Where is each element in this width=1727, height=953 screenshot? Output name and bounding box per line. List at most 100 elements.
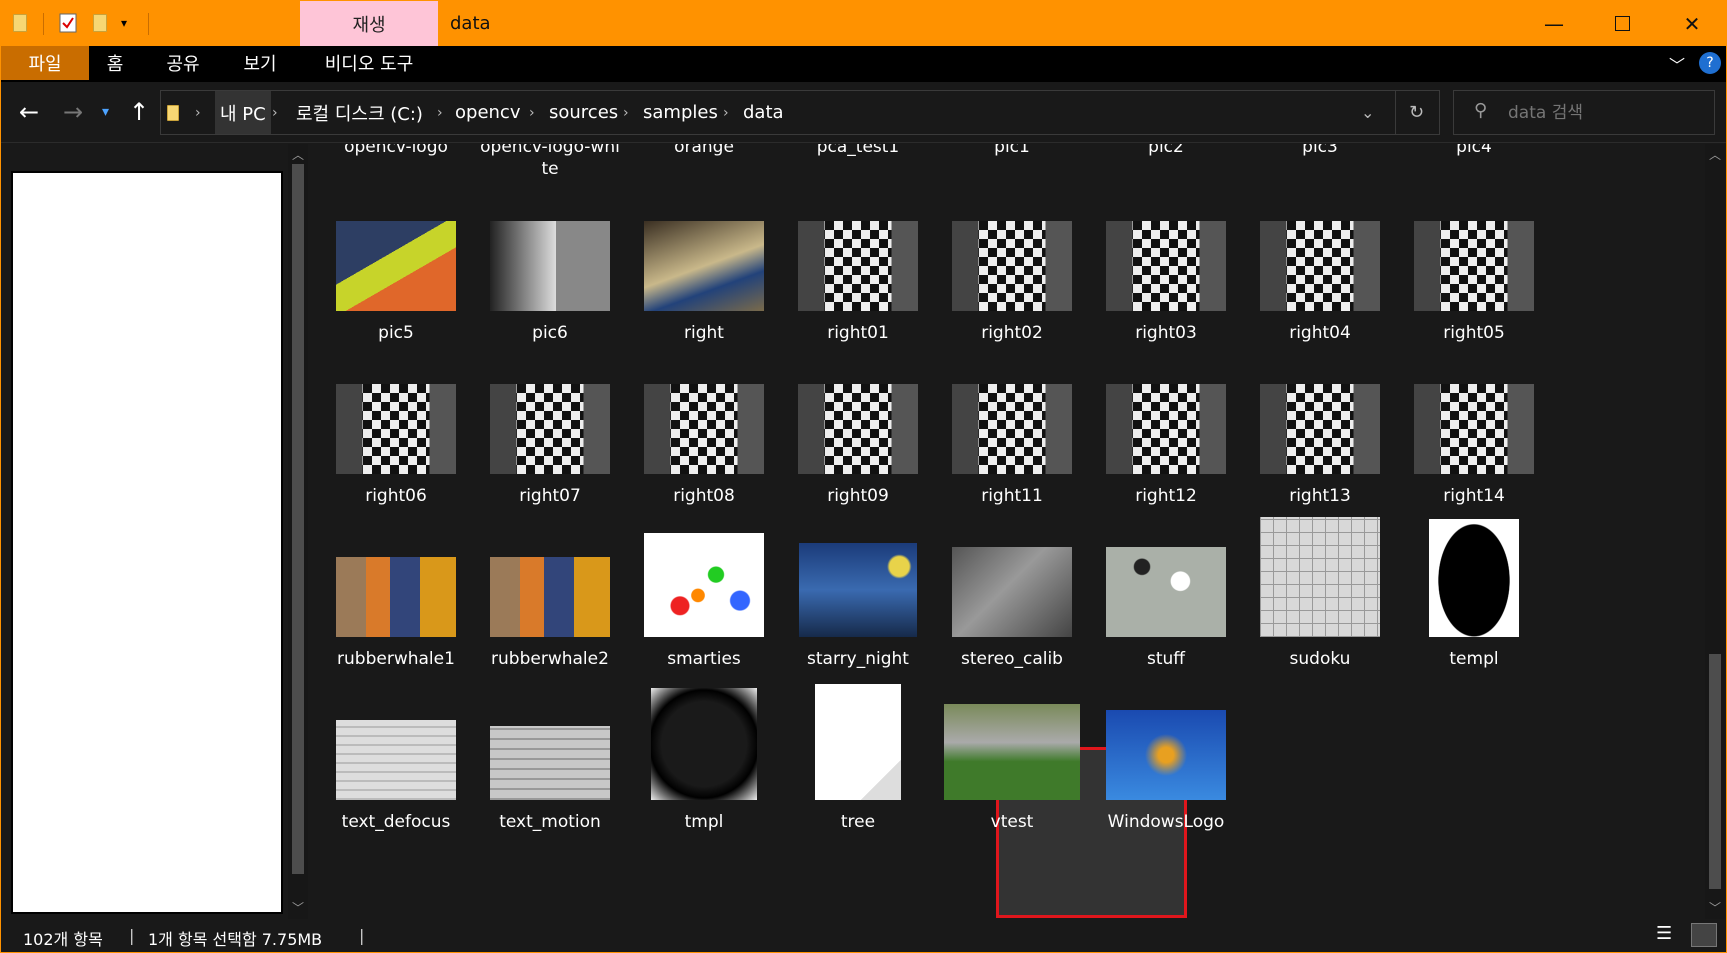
refresh-icon[interactable]: ↻ xyxy=(1409,91,1424,134)
file-thumbnail xyxy=(490,726,610,800)
file-name-label: right xyxy=(684,323,724,343)
crumb-samples[interactable]: samples xyxy=(643,91,718,134)
file-name-label: right03 xyxy=(1135,323,1197,343)
chevron-right-icon[interactable]: › xyxy=(272,91,278,134)
tab-view[interactable]: 보기 xyxy=(229,46,291,80)
file-thumbnail xyxy=(952,384,1072,474)
tab-home[interactable]: 홈 xyxy=(89,46,141,80)
scroll-down-icon[interactable]: ﹀ xyxy=(292,899,304,916)
scroll-up-icon[interactable]: ︿ xyxy=(1709,146,1721,163)
tab-video-tools[interactable]: 비디오 도구 xyxy=(307,46,431,80)
file-name-label: pic3 xyxy=(1302,144,1338,157)
file-thumbnail xyxy=(944,704,1080,800)
file-thumbnail xyxy=(1429,519,1519,637)
file-thumbnail xyxy=(490,557,610,637)
navigation-pane: ︿ ﹀ xyxy=(1,144,308,919)
file-name-label: opencv-logo xyxy=(344,144,448,157)
up-button[interactable]: ↑ xyxy=(129,100,149,124)
crumb-sources[interactable]: sources xyxy=(549,91,618,134)
new-folder-icon[interactable] xyxy=(93,11,107,35)
crumb-this-pc[interactable]: 내 PC xyxy=(215,91,271,134)
chevron-right-icon[interactable]: › xyxy=(529,91,535,134)
file-name-label: vtest xyxy=(990,812,1034,832)
back-button[interactable]: ← xyxy=(19,100,39,124)
file-thumbnail xyxy=(644,221,764,311)
file-thumbnail xyxy=(1414,384,1534,474)
maximize-button[interactable] xyxy=(1587,1,1657,46)
chevron-right-icon[interactable]: › xyxy=(623,91,629,134)
file-thumbnail xyxy=(952,221,1072,311)
file-name-label: WindowsLogo xyxy=(1107,812,1225,832)
search-icon: ⚲ xyxy=(1474,100,1488,121)
recent-locations-dropdown[interactable]: ▾ xyxy=(102,100,109,124)
properties-icon[interactable] xyxy=(59,11,77,35)
file-name-label: tree xyxy=(840,812,876,832)
chevron-right-icon[interactable]: › xyxy=(195,91,201,134)
file-thumbnail xyxy=(799,543,917,637)
file-name-label: right13 xyxy=(1289,486,1351,506)
tab-file[interactable]: 파일 xyxy=(1,46,89,80)
nav-scrollbar[interactable]: ︿ ﹀ xyxy=(288,144,308,919)
quick-access-folder-icon[interactable] xyxy=(13,11,27,35)
file-name-label: orange xyxy=(674,144,734,157)
file-thumbnail xyxy=(1260,221,1380,311)
nav-scroll-thumb[interactable] xyxy=(292,164,304,874)
file-thumbnail xyxy=(1260,384,1380,474)
file-thumbnail xyxy=(1260,517,1380,637)
crumb-opencv[interactable]: opencv xyxy=(455,91,520,134)
item-count: 102개 항목 xyxy=(23,930,103,949)
address-bar[interactable]: › 내 PC › 로컬 디스크 (C:) › opencv › sources … xyxy=(160,90,1440,135)
file-name-label: right07 xyxy=(519,486,581,506)
file-thumbnail xyxy=(336,384,456,474)
scroll-up-icon[interactable]: ︿ xyxy=(292,146,304,163)
details-view-icon[interactable]: ☰ xyxy=(1656,923,1672,944)
divider xyxy=(148,13,149,35)
close-button[interactable]: ✕ xyxy=(1657,1,1727,46)
search-box[interactable]: ⚲ xyxy=(1453,90,1715,135)
file-name-label: pic4 xyxy=(1456,144,1492,157)
file-name-label: rubberwhale2 xyxy=(491,649,609,669)
file-thumbnail xyxy=(336,720,456,800)
address-dropdown-icon[interactable]: ⌄ xyxy=(1361,91,1374,134)
file-name-label: stereo_calib xyxy=(961,649,1063,669)
file-name-label: tmpl xyxy=(684,812,724,832)
forward-button[interactable]: → xyxy=(63,100,83,124)
file-name-label: pic1 xyxy=(994,144,1030,157)
file-thumbnail xyxy=(798,221,918,311)
expand-ribbon-icon[interactable]: ﹀ xyxy=(1669,52,1685,76)
file-name-label: opencv-logo-white xyxy=(480,144,620,179)
file-thumbnail xyxy=(490,221,610,311)
file-thumbnail xyxy=(798,384,918,474)
crumb-local-disk[interactable]: 로컬 디스크 (C:) xyxy=(296,91,423,134)
large-icons-view-icon[interactable] xyxy=(1691,923,1717,947)
file-name-label: pic5 xyxy=(378,323,414,343)
chevron-right-icon[interactable]: › xyxy=(723,91,729,134)
context-tab-play[interactable]: 재생 xyxy=(300,1,438,46)
folder-icon xyxy=(13,14,27,32)
tab-share[interactable]: 공유 xyxy=(153,46,213,80)
file-thumbnail xyxy=(1414,221,1534,311)
selection-info: 1개 항목 선택함 7.75MB xyxy=(148,930,323,949)
search-input[interactable] xyxy=(1508,101,1708,125)
chevron-right-icon[interactable]: › xyxy=(437,91,443,134)
help-icon[interactable]: ? xyxy=(1699,52,1721,74)
file-name-label: pic2 xyxy=(1148,144,1184,157)
window-title: data xyxy=(450,13,491,34)
file-list: opencv-logo opencv-logo-white orange pca_te… xyxy=(311,144,1706,919)
customize-qa-dropdown-icon[interactable]: ▾ xyxy=(121,11,127,35)
content-scrollbar[interactable]: ︿ ﹀ xyxy=(1705,144,1725,919)
file-thumbnail xyxy=(490,384,610,474)
file-name-label: right12 xyxy=(1135,486,1197,506)
file-thumbnail xyxy=(336,557,456,637)
content-scroll-thumb[interactable] xyxy=(1709,654,1721,889)
file-name-label: rubberwhale1 xyxy=(337,649,455,669)
file-thumbnail xyxy=(336,221,456,311)
scroll-down-icon[interactable]: ﹀ xyxy=(1709,899,1721,916)
file-thumbnail xyxy=(1106,384,1226,474)
minimize-button[interactable]: — xyxy=(1519,1,1589,46)
file-thumbnail xyxy=(952,547,1072,637)
crumb-data[interactable]: data xyxy=(743,91,784,134)
file-thumbnail xyxy=(1106,710,1226,800)
navigation-bar: ← → ▾ ↑ › 내 PC › 로컬 디스크 (C:) › opencv › … xyxy=(1,82,1726,143)
ribbon-tabs: 파일 홈 공유 보기 비디오 도구 ﹀ ? xyxy=(1,46,1726,82)
